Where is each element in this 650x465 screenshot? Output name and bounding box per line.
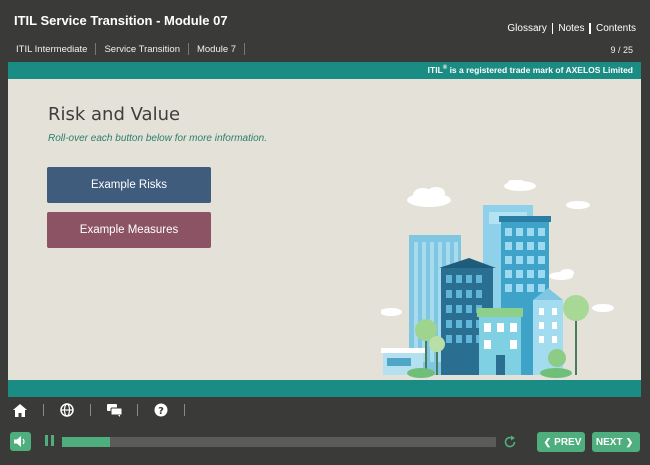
replay-icon[interactable] [503, 435, 517, 449]
trademark-bar: ITIL® is a registered trade mark of AXEL… [8, 62, 641, 79]
progress-bar[interactable] [62, 437, 496, 447]
svg-text:?: ? [158, 406, 164, 417]
player-controls: ❮ PREV NEXT ❯ [0, 430, 650, 454]
next-button[interactable]: NEXT ❯ [592, 432, 640, 452]
toolbar-divider [184, 404, 185, 416]
trademark-notice: ITIL® is a registered trade mark of AXEL… [427, 65, 633, 75]
page-counter: 9 / 25 [610, 45, 633, 55]
link-divider [551, 23, 554, 34]
course-title: ITIL Service Transition - Module 07 [14, 13, 228, 28]
slide-title: Risk and Value [48, 104, 181, 125]
contents-link[interactable]: Contents [596, 23, 636, 34]
speaker-icon [14, 436, 25, 447]
slide-instructions: Roll-over each button below for more inf… [48, 133, 267, 144]
breadcrumb-divider [244, 43, 246, 55]
next-label: NEXT [595, 436, 623, 448]
breadcrumb-item: ITIL Intermediate [16, 43, 88, 55]
glossary-link[interactable]: Glossary [507, 23, 546, 34]
tool-bar: ? [8, 400, 196, 420]
toolbar-divider [137, 404, 138, 416]
pause-icon [51, 435, 54, 446]
chevron-left-icon: ❮ [543, 436, 552, 447]
breadcrumb: ITIL Intermediate Service Transition Mod… [8, 43, 246, 55]
link-divider [589, 23, 591, 34]
breadcrumb-item: Service Transition [104, 43, 180, 55]
pause-button[interactable] [44, 435, 56, 447]
volume-button[interactable] [10, 432, 31, 451]
slide-content: ITIL® is a registered trade mark of AXEL… [8, 62, 641, 397]
progress-fill [62, 437, 110, 447]
example-risks-button[interactable]: Example Risks [47, 167, 211, 203]
city-illustration [381, 180, 614, 378]
chevron-right-icon: ❯ [625, 436, 634, 447]
help-icon[interactable]: ? [149, 400, 173, 420]
pause-icon [45, 435, 48, 446]
toolbar-divider [90, 404, 91, 416]
slide-footer-bar [8, 380, 641, 397]
notes-link[interactable]: Notes [558, 23, 584, 34]
toolbar-divider [43, 404, 44, 416]
chat-icon[interactable] [102, 400, 126, 420]
breadcrumb-item: Module 7 [196, 43, 237, 55]
home-icon[interactable] [8, 400, 32, 420]
top-links: Glossary Notes Contents [507, 23, 636, 34]
globe-icon[interactable] [55, 400, 79, 420]
prev-button[interactable]: ❮ PREV [537, 432, 585, 452]
prev-label: PREV [554, 436, 582, 448]
example-measures-button[interactable]: Example Measures [47, 212, 211, 248]
